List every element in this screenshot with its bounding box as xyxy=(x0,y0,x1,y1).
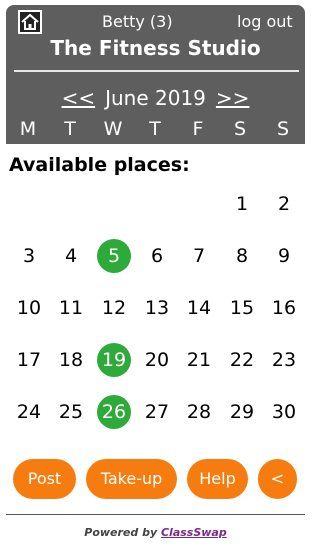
available-day[interactable]: 26 xyxy=(97,395,131,429)
calendar-day: 17 xyxy=(16,349,42,371)
home-icon xyxy=(21,13,39,30)
header-divider xyxy=(14,70,299,72)
calendar-day: 7 xyxy=(192,245,206,267)
weekday-wed: W xyxy=(103,118,123,140)
weekday-mon: M xyxy=(19,118,37,140)
weekday-fri: F xyxy=(192,118,204,140)
calendar-day: 9 xyxy=(277,245,291,267)
weekday-thu: T xyxy=(149,118,161,140)
classswap-link[interactable]: ClassSwap xyxy=(161,526,227,539)
calendar-day: 12 xyxy=(101,297,127,319)
weekday-sun: S xyxy=(276,118,290,140)
calendar-day: 22 xyxy=(229,349,255,371)
calendar-day: 13 xyxy=(144,297,170,319)
footer-divider xyxy=(6,514,305,515)
calendar-day: 11 xyxy=(58,297,84,319)
available-day[interactable]: 5 xyxy=(97,239,131,273)
calendar-day: 2 xyxy=(277,193,291,215)
calendar-day: 20 xyxy=(144,349,170,371)
calendar-day: 8 xyxy=(235,245,249,267)
calendar-day: 30 xyxy=(271,401,297,423)
calendar-day: 6 xyxy=(150,245,164,267)
calendar-day: 10 xyxy=(16,297,42,319)
calendar-day: 16 xyxy=(271,297,297,319)
home-button[interactable] xyxy=(18,10,42,34)
user-name: Betty (3) xyxy=(102,12,173,31)
calendar-day: 24 xyxy=(16,401,42,423)
weekday-tue: T xyxy=(64,118,76,140)
current-month: June 2019 xyxy=(105,86,206,110)
studio-title: The Fitness Studio xyxy=(50,36,261,60)
prev-month-link[interactable]: << xyxy=(62,86,96,110)
calendar-day: 28 xyxy=(186,401,212,423)
weekday-sat: S xyxy=(233,118,247,140)
calendar-day: 1 xyxy=(235,193,249,215)
calendar-day: 29 xyxy=(229,401,255,423)
post-button[interactable]: Post xyxy=(13,459,76,499)
next-month-link[interactable]: >> xyxy=(216,86,250,110)
app-header: Betty (3) log out The Fitness Studio << J… xyxy=(6,5,305,144)
calendar-day: 27 xyxy=(144,401,170,423)
month-navigation: << June 2019 >> xyxy=(6,85,305,111)
available-day[interactable]: 19 xyxy=(97,343,131,377)
available-places-heading: Available places: xyxy=(9,154,190,176)
calendar-day: 21 xyxy=(186,349,212,371)
logout-link[interactable]: log out xyxy=(237,12,293,32)
calendar-day: 18 xyxy=(58,349,84,371)
calendar-day: 25 xyxy=(58,401,84,423)
help-button[interactable]: Help xyxy=(187,459,248,499)
footer: Powered by ClassSwap xyxy=(0,526,311,539)
calendar-day: 4 xyxy=(64,245,78,267)
calendar-day: 23 xyxy=(271,349,297,371)
powered-by-text: Powered by xyxy=(84,526,158,539)
take-up-button[interactable]: Take-up xyxy=(86,459,177,499)
back-button[interactable]: < xyxy=(258,459,297,499)
calendar-day: 15 xyxy=(229,297,255,319)
calendar-day: 14 xyxy=(186,297,212,319)
calendar-day: 3 xyxy=(22,245,36,267)
